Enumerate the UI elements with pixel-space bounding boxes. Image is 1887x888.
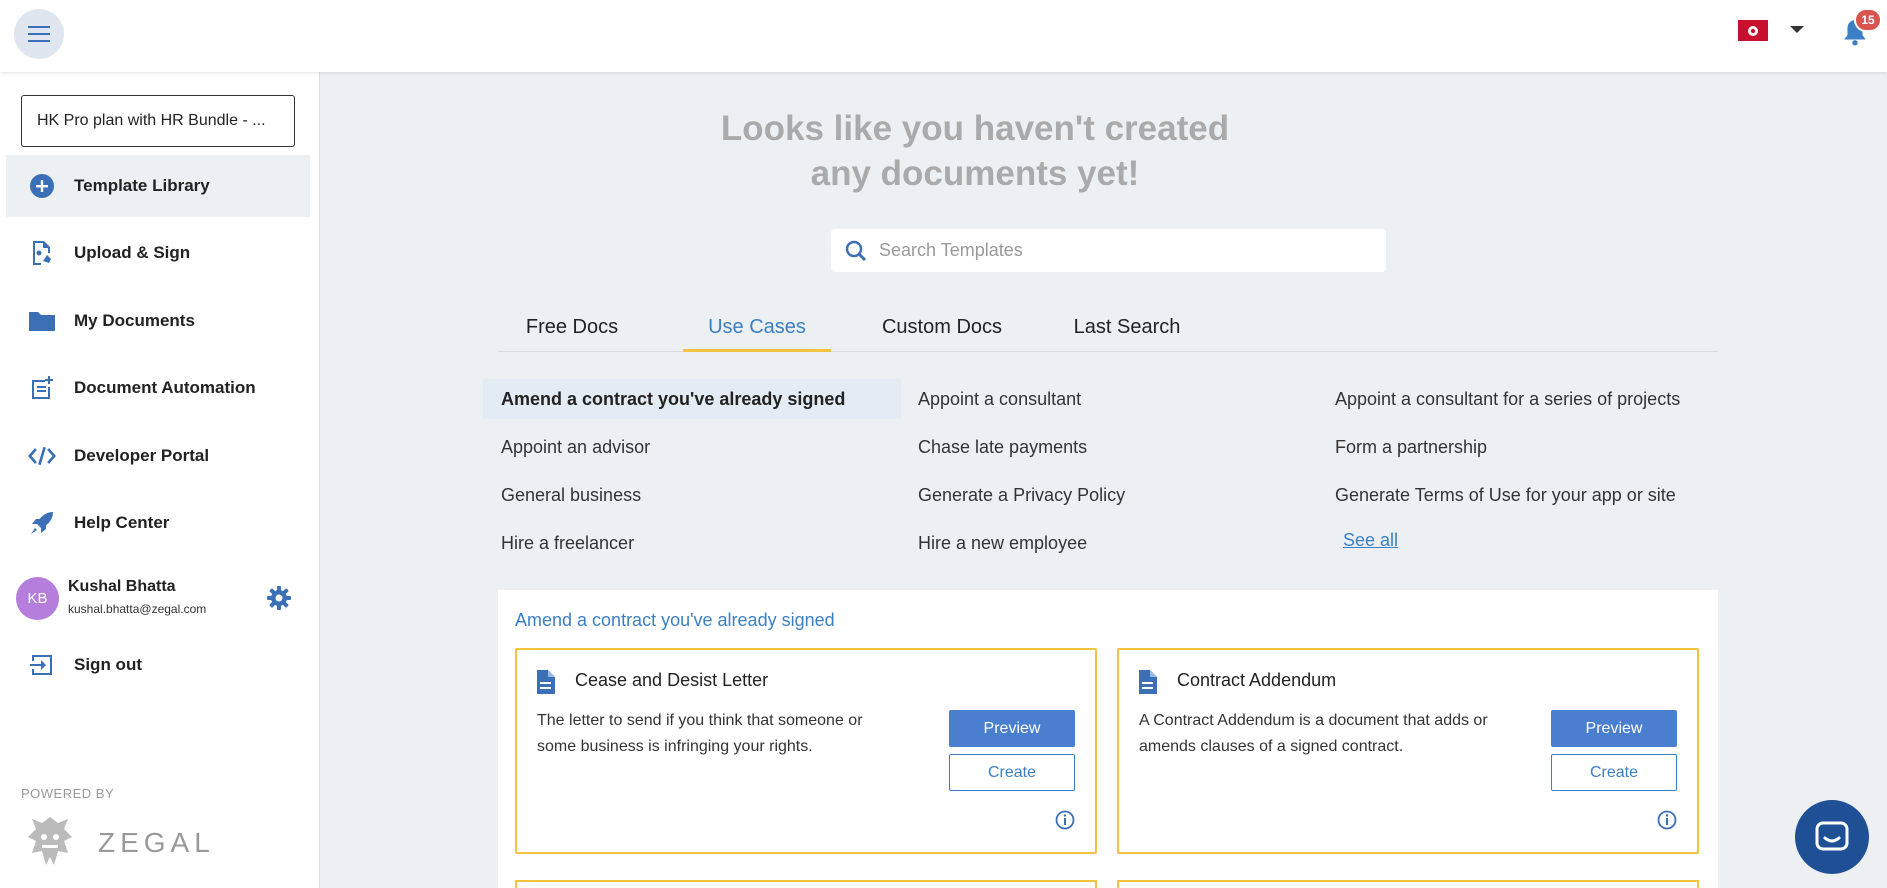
card-title: Cease and Desist Letter [575, 670, 769, 690]
brand-name: ZEGAL [98, 827, 215, 858]
sidebar-item-document-automation[interactable]: Document Automation [6, 357, 310, 419]
main-content: Looks like you haven't created any docum… [320, 72, 1887, 888]
gear-icon[interactable] [266, 585, 292, 611]
use-case-item[interactable]: Appoint a consultant for a series of pro… [1317, 379, 1717, 419]
tab-free-docs[interactable]: Free Docs [498, 310, 646, 352]
see-all-link[interactable]: See all [1343, 530, 1398, 551]
sidebar-item-label: My Documents [74, 311, 195, 330]
sidebar-item-label: Help Center [74, 513, 170, 532]
use-case-item[interactable]: Chase late payments [900, 427, 1318, 467]
search-input[interactable] [879, 240, 1359, 261]
document-icon [1139, 670, 1157, 694]
info-icon[interactable] [1657, 810, 1677, 830]
upload-sign-icon [28, 239, 56, 267]
sign-out-button[interactable]: Sign out [6, 634, 310, 696]
plan-selector[interactable]: HK Pro plan with HR Bundle - ... [21, 95, 295, 147]
user-email: kushal.bhatta@zegal.com [68, 602, 207, 616]
document-automation-icon [28, 374, 56, 402]
menu-button[interactable] [14, 9, 64, 59]
dragon-logo-icon [28, 817, 72, 865]
use-case-templates-panel: Amend a contract you've already signed C… [498, 590, 1718, 888]
template-card: Contract Addendum A Contract Addendum is… [1117, 648, 1699, 854]
tab-custom-docs[interactable]: Custom Docs [868, 310, 1016, 352]
use-case-item[interactable]: Hire a new employee [900, 523, 1318, 563]
code-icon [28, 442, 56, 470]
template-card [1117, 880, 1699, 888]
template-card [515, 880, 1097, 888]
create-button[interactable]: Create [1551, 754, 1677, 791]
info-icon[interactable] [1055, 810, 1075, 830]
use-case-item[interactable]: Generate a Privacy Policy [900, 475, 1318, 515]
card-description: The letter to send if you think that som… [537, 712, 863, 755]
zegal-logo: ZEGAL [24, 813, 215, 873]
empty-state-headline: Looks like you haven't created any docum… [720, 109, 1230, 193]
preview-button[interactable]: Preview [949, 710, 1075, 747]
rocket-icon [28, 509, 56, 537]
create-button[interactable]: Create [949, 754, 1075, 791]
sidebar-item-help-center[interactable]: Help Center [6, 492, 310, 554]
chevron-down-icon[interactable] [1790, 24, 1804, 34]
hamburger-icon [28, 26, 50, 42]
folder-icon [28, 307, 56, 335]
card-description: A Contract Addendum is a document that a… [1139, 712, 1488, 755]
sidebar-item-label: Upload & Sign [74, 243, 191, 262]
use-case-item[interactable]: General business [483, 475, 901, 515]
tab-last-search[interactable]: Last Search [1053, 310, 1201, 352]
plus-circle-icon [28, 172, 56, 200]
search-icon [845, 240, 867, 261]
use-case-item[interactable]: Appoint an advisor [483, 427, 901, 467]
sidebar-item-developer-portal[interactable]: Developer Portal [6, 425, 310, 487]
sidebar-item-label: Developer Portal [74, 446, 210, 465]
sidebar-item-label: Template Library [74, 176, 210, 195]
use-case-item[interactable]: Hire a freelancer [483, 523, 901, 563]
notification-badge: 15 [1854, 8, 1882, 32]
top-bar: 15 [0, 0, 1887, 72]
preview-button[interactable]: Preview [1551, 710, 1677, 747]
avatar[interactable]: KB [16, 577, 59, 620]
sidebar-item-template-library[interactable]: Template Library [6, 155, 310, 217]
template-card: Cease and Desist Letter The letter to se… [515, 648, 1097, 854]
document-icon [537, 670, 555, 694]
chat-widget-button[interactable] [1795, 800, 1869, 874]
sign-out-label: Sign out [74, 655, 142, 674]
sign-out-icon [28, 651, 56, 679]
use-case-item[interactable]: Generate Terms of Use for your app or si… [1317, 475, 1717, 515]
sidebar-item-upload-sign[interactable]: Upload & Sign [6, 222, 310, 284]
hong-kong-flag-icon[interactable] [1738, 20, 1768, 41]
user-profile: KB Kushal Bhatta kushal.bhatta@zegal.com [16, 575, 306, 625]
user-name: Kushal Bhatta [68, 578, 176, 595]
use-case-item[interactable]: Amend a contract you've already signed [483, 379, 901, 419]
use-case-item[interactable]: Appoint a consultant [900, 379, 1318, 419]
use-case-item[interactable]: Form a partnership [1317, 427, 1717, 467]
card-title: Contract Addendum [1177, 670, 1337, 690]
sidebar-item-label: Document Automation [74, 378, 256, 397]
panel-title: Amend a contract you've already signed [515, 610, 835, 630]
sidebar: HK Pro plan with HR Bundle - ... Templat… [0, 72, 320, 888]
tab-use-cases[interactable]: Use Cases [683, 310, 831, 352]
powered-by-label: POWERED BY [21, 786, 115, 801]
chat-icon [1815, 821, 1849, 851]
template-tabs: Free Docs Use Cases Custom Docs Last Sea… [498, 310, 1718, 352]
sidebar-item-my-documents[interactable]: My Documents [6, 290, 310, 352]
search-box [831, 229, 1386, 272]
